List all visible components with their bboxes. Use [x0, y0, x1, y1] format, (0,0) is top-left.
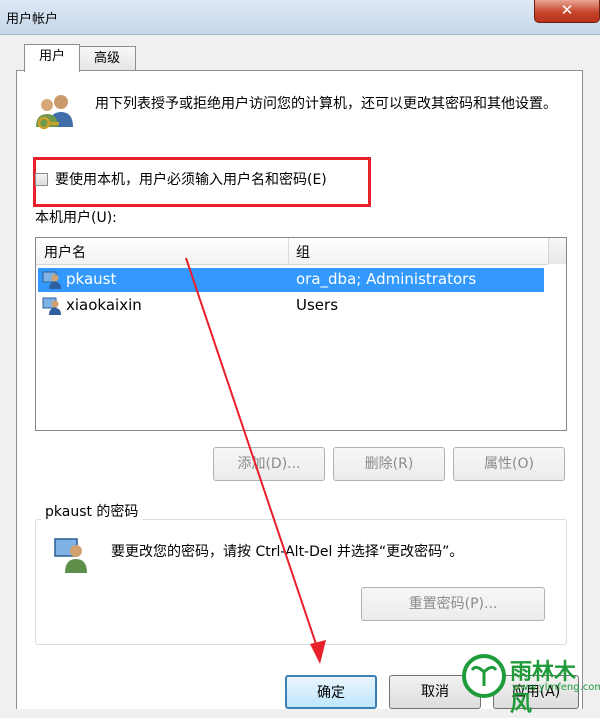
table-row[interactable]: pkaust ora_dba; Administrators	[38, 268, 544, 292]
user-account-icon	[42, 297, 61, 315]
add-user-button[interactable]: 添加(D)...	[213, 447, 325, 481]
tab-advanced-label: 高级	[93, 51, 120, 66]
users-list[interactable]: 用户名 组 pkaust ora_dba; Administrators xia…	[35, 237, 567, 431]
column-divider[interactable]	[288, 238, 289, 264]
ok-button[interactable]: 确定	[285, 675, 377, 709]
list-header-scroll-corner	[548, 238, 566, 264]
list-header: 用户名 组	[36, 238, 548, 265]
close-button[interactable]: ✕	[534, 0, 600, 23]
remove-user-button[interactable]: 删除(R)	[333, 447, 445, 481]
password-user-icon	[54, 538, 87, 573]
password-instructions: 要更改您的密码，请按 Ctrl-Alt-Del 并选择“更改密码”。	[111, 544, 464, 560]
table-row[interactable]: xiaokaixin Users	[38, 294, 544, 318]
column-header-group[interactable]: 组	[296, 242, 310, 262]
row-group: Users	[296, 296, 339, 314]
row-username: pkaust	[66, 270, 117, 288]
watermark-logo-icon	[462, 654, 506, 698]
title-bar: 用户帐户 ✕	[0, 0, 600, 35]
watermark: 雨林木风 www.ylmfeng.com	[462, 650, 600, 717]
watermark-url: www.ylmfeng.com	[512, 682, 600, 693]
require-login-label[interactable]: 要使用本机，用户必须输入用户名和密码(E)	[55, 169, 327, 189]
tab-users[interactable]: 用户	[24, 44, 80, 72]
row-group: ora_dba; Administrators	[296, 270, 477, 288]
password-group-box	[35, 519, 567, 645]
reset-password-button[interactable]: 重置密码(P)...	[361, 587, 545, 621]
column-header-username[interactable]: 用户名	[44, 242, 86, 262]
local-users-label: 本机用户(U):	[35, 210, 117, 226]
tab-advanced[interactable]: 高级	[78, 46, 136, 71]
users-icon	[36, 95, 73, 130]
user-account-icon	[42, 271, 61, 289]
window-title: 用户帐户	[6, 12, 59, 27]
require-login-checkbox[interactable]	[35, 173, 48, 186]
properties-button[interactable]: 属性(O)	[453, 447, 565, 481]
intro-text: 用下列表授予或拒绝用户访问您的计算机，还可以更改其密码和其他设置。	[95, 96, 557, 112]
row-username: xiaokaixin	[66, 296, 142, 314]
close-icon: ✕	[560, 1, 574, 19]
tab-users-label: 用户	[38, 49, 65, 64]
users-tab-panel: 用下列表授予或拒绝用户访问您的计算机，还可以更改其密码和其他设置。 要使用本机，…	[16, 70, 583, 709]
password-group-title: pkaust 的密码	[41, 501, 143, 521]
